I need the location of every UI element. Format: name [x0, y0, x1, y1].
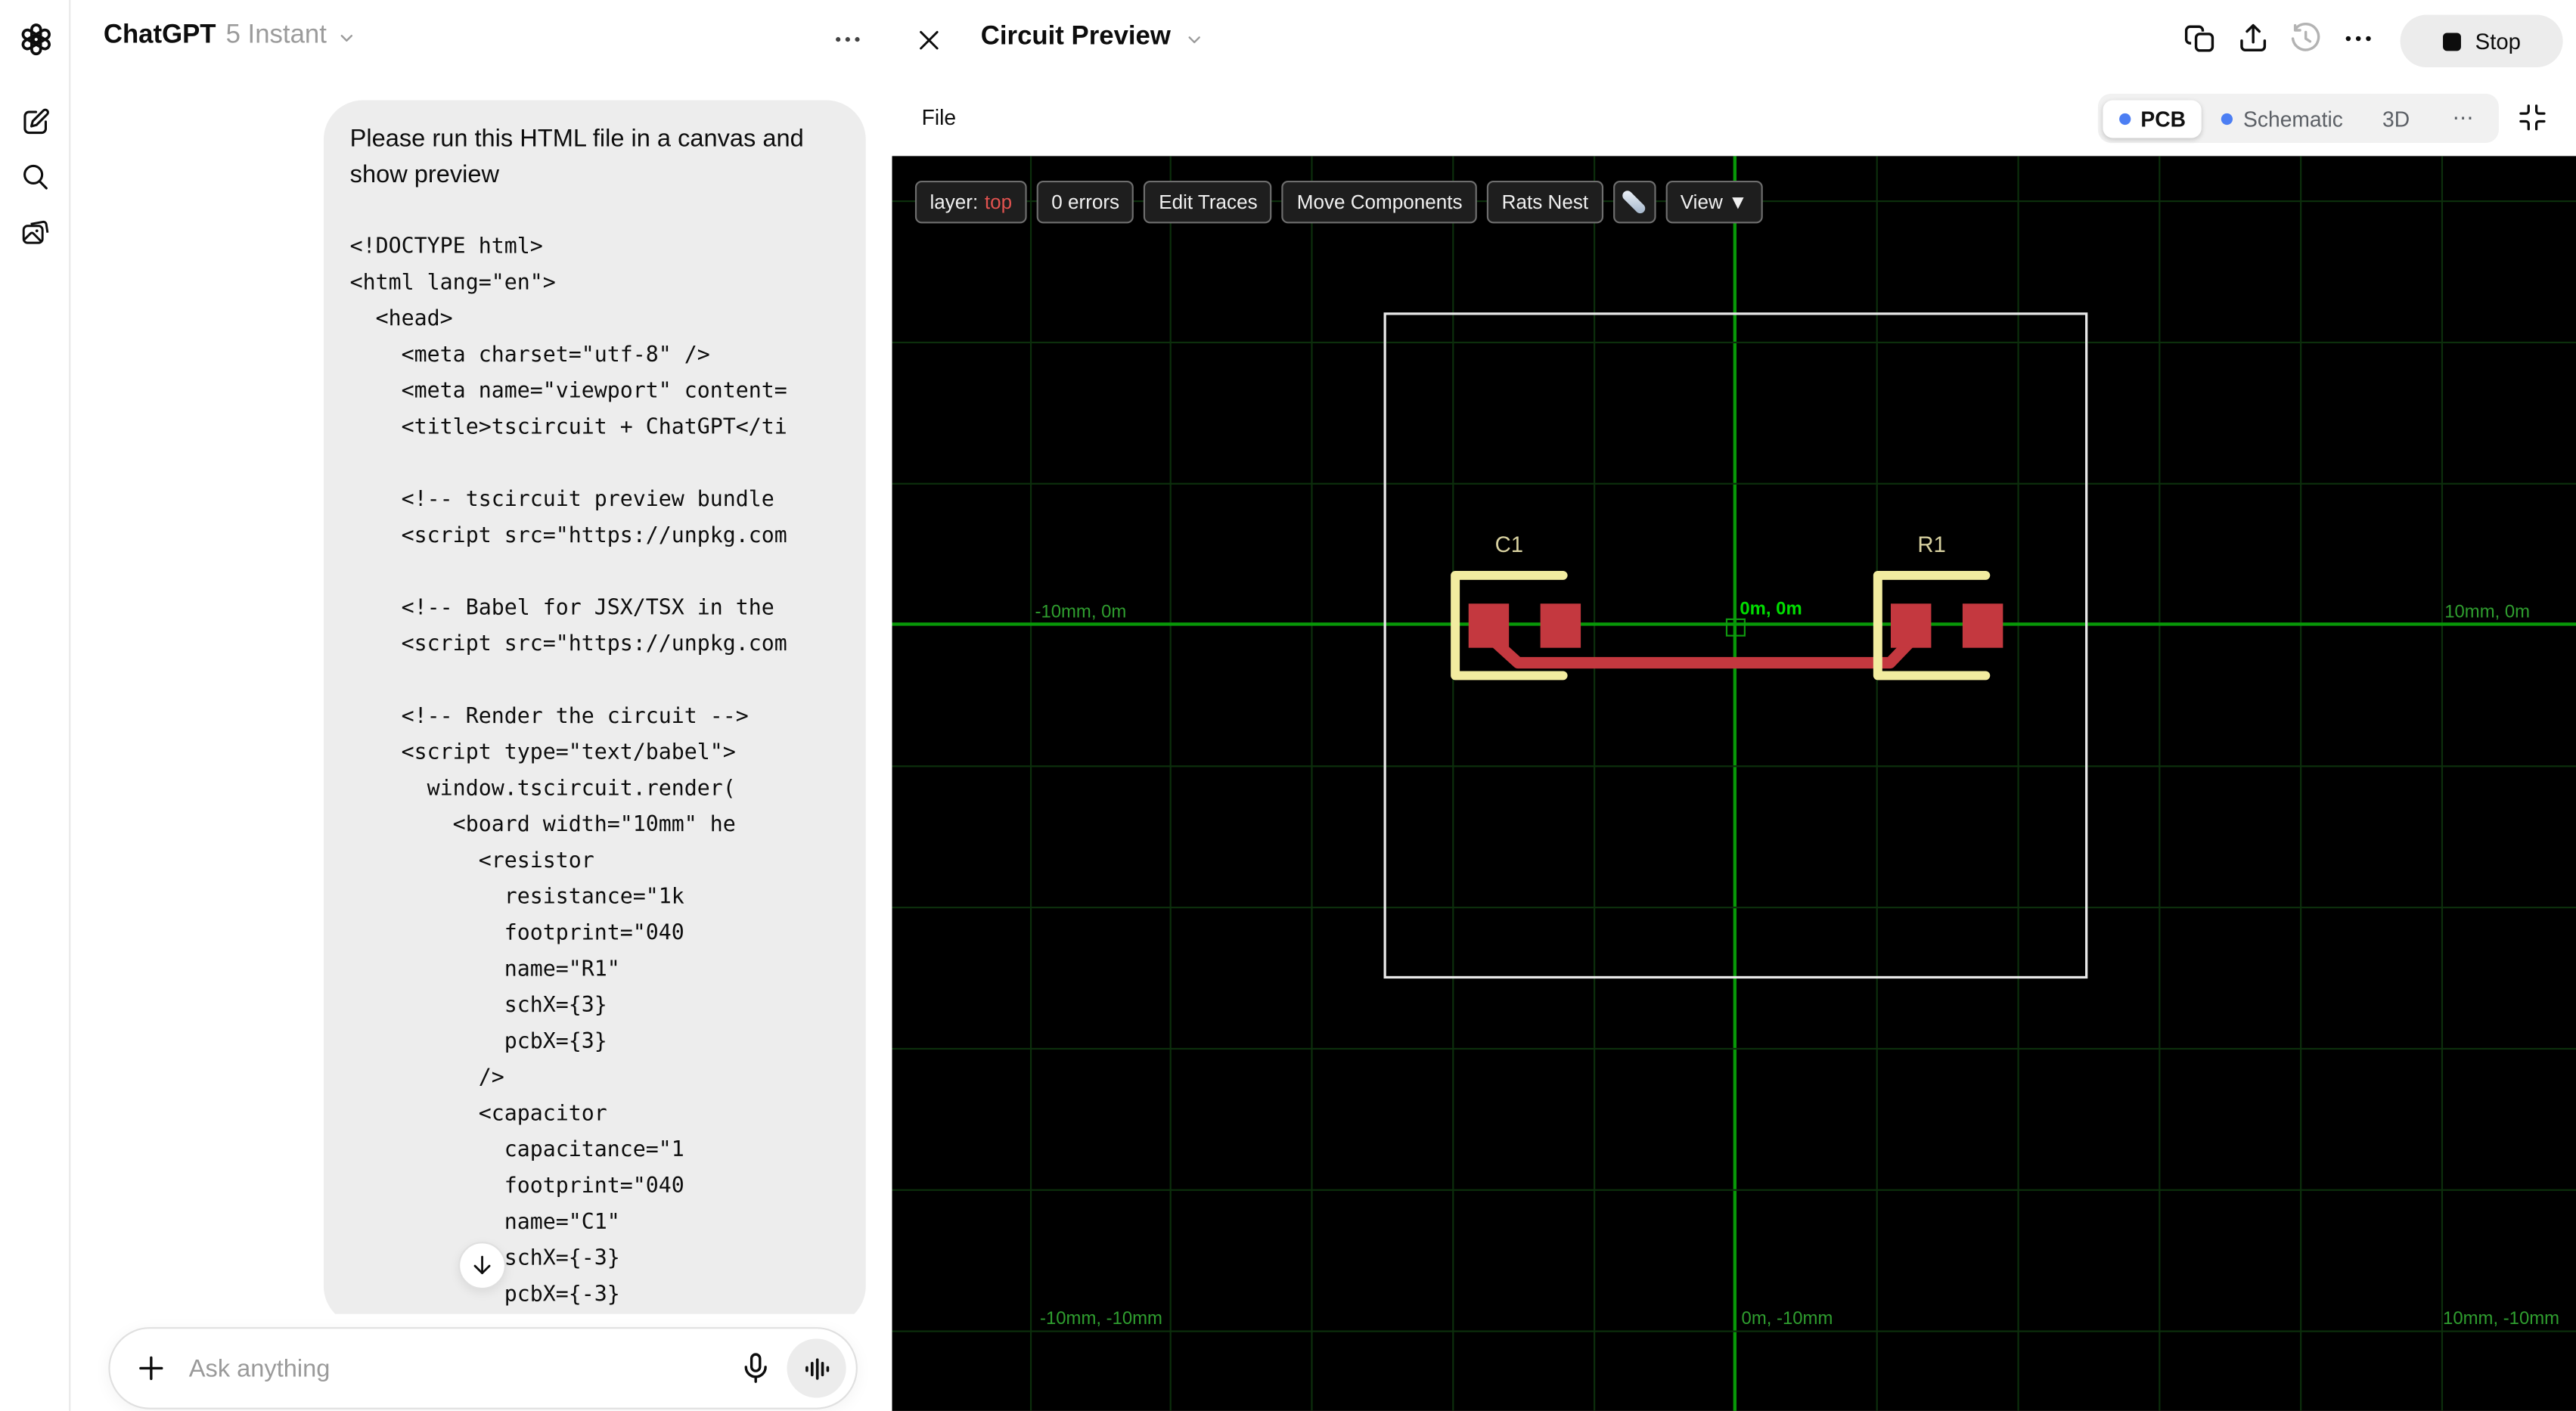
- view-tabs: PCB Schematic 3D ⋯: [2097, 93, 2499, 143]
- view-dropdown-button[interactable]: View ▼: [1665, 180, 1763, 224]
- stop-square-icon: [2442, 32, 2461, 51]
- share-icon[interactable]: [2236, 21, 2270, 56]
- blue-dot-icon: [2119, 112, 2131, 125]
- microphone-icon[interactable]: [737, 1351, 774, 1387]
- tab-schematic[interactable]: Schematic: [2205, 99, 2360, 137]
- more-options-icon[interactable]: [2341, 21, 2376, 56]
- chatgpt-logo-icon[interactable]: [15, 18, 56, 59]
- chat-title: ChatGPT: [103, 21, 216, 50]
- copy-icon[interactable]: [2183, 21, 2218, 56]
- chat-panel: ChatGPT 5 Instant Please run this HTML f…: [70, 0, 892, 1411]
- sidebar-rail: [0, 0, 71, 1411]
- stop-label: Stop: [2475, 29, 2522, 54]
- origin-marker: [1725, 618, 1746, 637]
- composer-placeholder[interactable]: Ask anything: [189, 1354, 738, 1382]
- model-picker[interactable]: ChatGPT 5 Instant: [104, 21, 356, 51]
- composer-area: Ask anything: [70, 1313, 892, 1411]
- close-icon[interactable]: [915, 26, 943, 54]
- pcb-toolbar: layer: top 0 errors Edit Traces Move Com…: [914, 180, 1763, 224]
- pencil-tool-button[interactable]: [1612, 180, 1656, 224]
- stop-button[interactable]: Stop: [2400, 14, 2563, 68]
- attach-plus-icon[interactable]: [133, 1351, 169, 1387]
- file-menu[interactable]: File: [922, 105, 957, 130]
- edit-traces-button[interactable]: Edit Traces: [1144, 180, 1273, 224]
- pencil-icon: [1621, 188, 1648, 216]
- tab-pcb-label: PCB: [2140, 106, 2186, 131]
- user-message-text: Please run this HTML file in a canvas an…: [349, 125, 804, 189]
- c1-pad2: [1540, 603, 1581, 648]
- tab-3d[interactable]: 3D: [2363, 99, 2429, 137]
- tab-more[interactable]: ⋯: [2433, 98, 2494, 138]
- errors-button[interactable]: 0 errors: [1036, 180, 1134, 224]
- chevron-down-icon: [1184, 29, 1203, 49]
- grid-label-bottom-center: 0m, -10mm: [1741, 1309, 1833, 1329]
- r1-pad1: [1890, 603, 1932, 648]
- scroll-to-bottom-button[interactable]: [458, 1242, 507, 1290]
- model-name: 5 Instant: [225, 21, 327, 50]
- library-icon[interactable]: [15, 212, 56, 253]
- search-icon[interactable]: [15, 156, 56, 197]
- canvas-title: Circuit Preview: [980, 23, 1171, 51]
- blue-dot-icon: [2221, 112, 2234, 125]
- c1-pad1: [1468, 603, 1510, 648]
- layer-button[interactable]: layer: top: [914, 180, 1027, 224]
- grid-label-right: 10mm, 0m: [2444, 603, 2531, 623]
- history-icon[interactable]: [2289, 21, 2323, 56]
- move-components-button[interactable]: Move Components: [1282, 180, 1478, 224]
- message-input[interactable]: Ask anything: [108, 1327, 858, 1409]
- tab-3d-label: 3D: [2382, 106, 2410, 131]
- new-chat-icon[interactable]: [15, 102, 56, 143]
- origin-coordinates-label: 0m, 0m: [1740, 599, 1802, 619]
- layer-label: layer:: [930, 190, 979, 214]
- tab-more-label: ⋯: [2452, 105, 2474, 130]
- grid-label-bottom-right: 10mm, -10mm: [2443, 1309, 2560, 1329]
- r1-label: R1: [1917, 532, 1945, 557]
- chat-options-icon[interactable]: [831, 23, 864, 55]
- pcb-canvas[interactable]: C1 R1 0m, 0m -10mm, 0m 10mm, 0m -10mm, -…: [892, 156, 2576, 1411]
- layer-value: top: [984, 190, 1013, 214]
- canvas-header: Circuit Preview Stop File PCB Schematic …: [892, 0, 2576, 157]
- chat-header: ChatGPT 5 Instant: [70, 0, 892, 79]
- grid-label-bottom-left: -10mm, -10mm: [1040, 1309, 1162, 1329]
- user-message-code: <!DOCTYPE html> <html lang="en"> <head> …: [349, 234, 787, 1326]
- chevron-down-icon: [337, 28, 356, 48]
- app-window: ChatGPT 5 Instant Please run this HTML f…: [0, 0, 2576, 1411]
- grid-label-left: -10mm, 0m: [1035, 603, 1127, 623]
- user-message-bubble: Please run this HTML file in a canvas an…: [323, 100, 866, 1326]
- pcb-drawing: C1 R1: [1383, 312, 2088, 979]
- tab-pcb[interactable]: PCB: [2103, 99, 2202, 138]
- rats-nest-button[interactable]: Rats Nest: [1487, 180, 1603, 224]
- c1-label: C1: [1495, 532, 1523, 557]
- tab-schematic-label: Schematic: [2243, 106, 2343, 131]
- r1-pad2: [1962, 603, 2003, 648]
- voice-mode-button[interactable]: [787, 1338, 846, 1398]
- canvas-actions: [2183, 21, 2376, 56]
- canvas-title-dropdown[interactable]: Circuit Preview: [981, 23, 1204, 52]
- exit-fullscreen-icon[interactable]: [2517, 102, 2548, 133]
- canvas-panel: Circuit Preview Stop File PCB Schematic …: [892, 0, 2576, 1411]
- arrow-down-icon: [468, 1251, 496, 1279]
